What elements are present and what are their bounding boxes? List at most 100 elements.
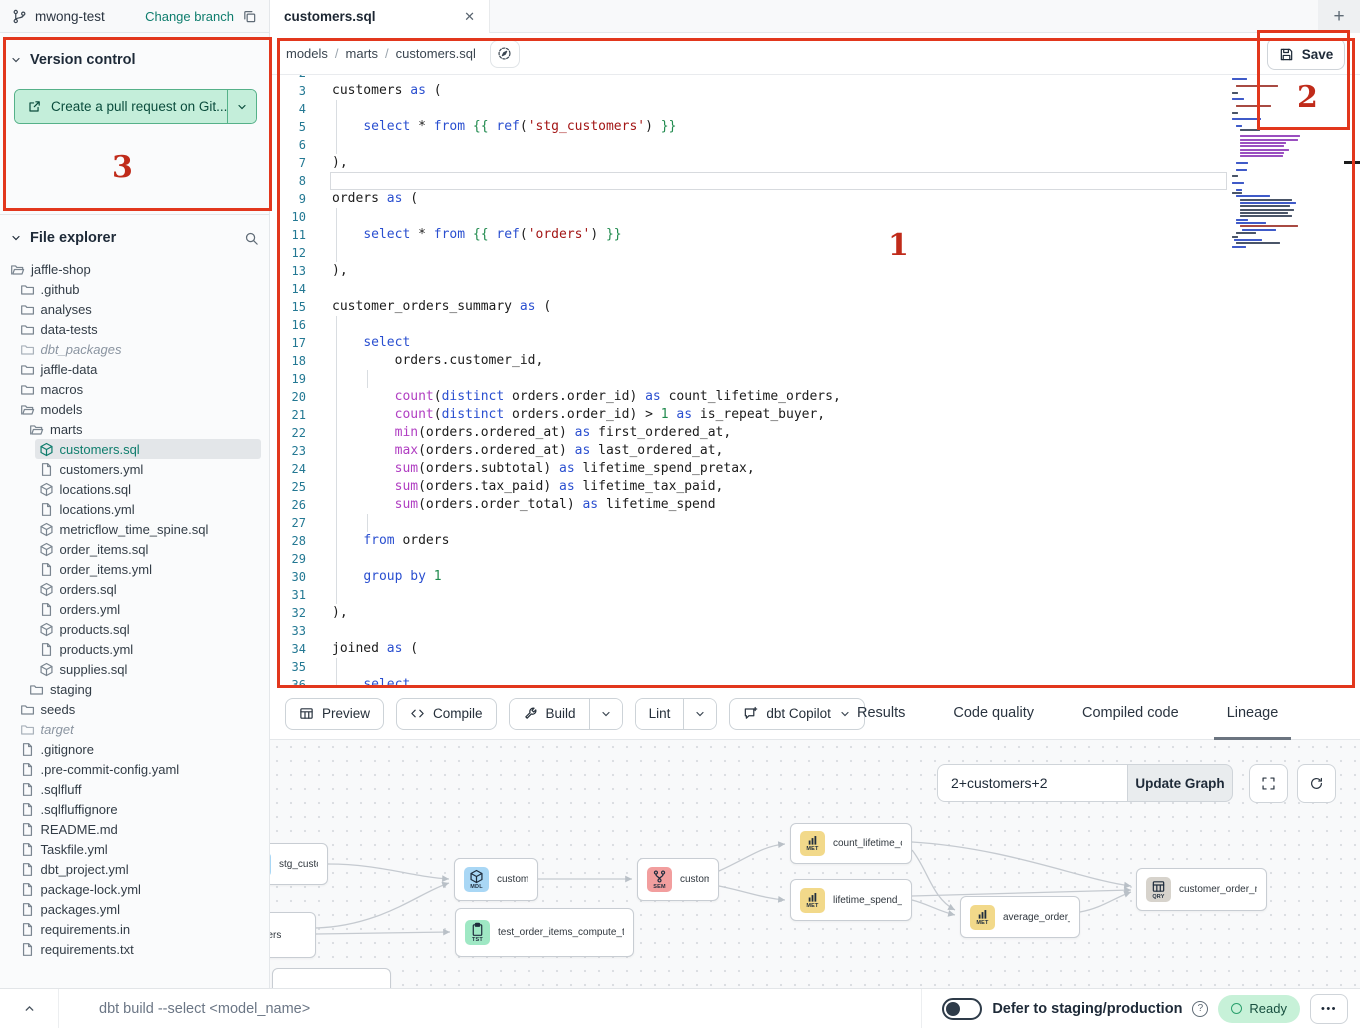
code-line-35[interactable]: 35 [270, 658, 1360, 676]
lineage-node-stg_customers[interactable]: MDLstg_customers [270, 843, 328, 885]
file-tree-item-customers-yml[interactable]: customers.yml [0, 459, 269, 479]
file-tree-item-locations-yml[interactable]: locations.yml [0, 499, 269, 519]
code-line-31[interactable]: 31 [270, 586, 1360, 604]
code-line-4[interactable]: 4 [270, 100, 1360, 118]
file-tree-item-orders-yml[interactable]: orders.yml [0, 599, 269, 619]
code-line-17[interactable]: 17 select [270, 334, 1360, 352]
search-icon[interactable] [244, 231, 259, 246]
file-tree-item--sqlfluffignore[interactable]: .sqlfluffignore [0, 799, 269, 819]
build-button[interactable]: Build [510, 699, 589, 729]
scrollbar-marker[interactable] [1344, 161, 1360, 164]
lineage-node-clipped[interactable] [272, 968, 391, 988]
code-line-5[interactable]: 5 select * from {{ ref('stg_customers') … [270, 118, 1360, 136]
code-line-18[interactable]: 18 orders.customer_id, [270, 352, 1360, 370]
tab-code-quality[interactable]: Code quality [940, 688, 1047, 740]
code-line-29[interactable]: 29 [270, 550, 1360, 568]
file-tree-item-locations-sql[interactable]: locations.sql [0, 479, 269, 499]
file-tree-item-taskfile-yml[interactable]: Taskfile.yml [0, 839, 269, 859]
create-pull-request-caret[interactable] [228, 90, 256, 123]
lineage-node-lifetime_spend_pretax[interactable]: METlifetime_spend_pretax [790, 879, 912, 921]
file-tree-item-order-items-yml[interactable]: order_items.yml [0, 559, 269, 579]
code-line-8[interactable]: 8 [270, 172, 1360, 190]
file-tree-item-dbt-packages[interactable]: dbt_packages [0, 339, 269, 359]
file-tree-item-jaffle-shop[interactable]: jaffle-shop [0, 259, 269, 279]
file-tree-item-products-yml[interactable]: products.yml [0, 639, 269, 659]
file-tree-item-analyses[interactable]: analyses [0, 299, 269, 319]
ready-status-badge[interactable]: Ready [1218, 995, 1300, 1023]
file-explorer-header[interactable]: File explorer [0, 223, 269, 253]
file-tree-item-dbt-project-yml[interactable]: dbt_project.yml [0, 859, 269, 879]
code-line-6[interactable]: 6 [270, 136, 1360, 154]
code-line-26[interactable]: 26 sum(orders.order_total) as lifetime_s… [270, 496, 1360, 514]
code-line-16[interactable]: 16 [270, 316, 1360, 334]
code-line-23[interactable]: 23 max(orders.ordered_at) as last_ordere… [270, 442, 1360, 460]
code-line-28[interactable]: 28 from orders [270, 532, 1360, 550]
lineage-node-customers_mdl[interactable]: MDLcustomers [454, 858, 538, 901]
code-line-15[interactable]: 15customer_orders_summary as ( [270, 298, 1360, 316]
editor-tab[interactable]: customers.sql ✕ [270, 0, 490, 33]
lineage-node-customer_order_metrics[interactable]: QRYcustomer_order_metrics [1136, 868, 1267, 911]
code-line-13[interactable]: 13), [270, 262, 1360, 280]
file-tree-item-models[interactable]: models [0, 399, 269, 419]
file-tree-item--sqlfluff[interactable]: .sqlfluff [0, 779, 269, 799]
lineage-node-customers_sem[interactable]: SEMcustomers [637, 858, 719, 901]
version-control-header[interactable]: Version control [0, 43, 269, 77]
code-editor[interactable]: 23customers as (45 select * from {{ ref(… [270, 75, 1360, 688]
lineage-node-count_lifetime_orders[interactable]: METcount_lifetime_orders [790, 823, 912, 864]
file-tree-item-products-sql[interactable]: products.sql [0, 619, 269, 639]
tab-lineage[interactable]: Lineage [1214, 688, 1292, 740]
code-line-14[interactable]: 14 [270, 280, 1360, 298]
file-tree-item--pre-commit-config-yaml[interactable]: .pre-commit-config.yaml [0, 759, 269, 779]
code-line-11[interactable]: 11 select * from {{ ref('orders') }} [270, 226, 1360, 244]
file-tree-item-requirements-txt[interactable]: requirements.txt [0, 939, 269, 959]
lineage-node-test[interactable]: TSTtest_order_items_compute_to_bools... [455, 908, 634, 957]
breadcrumb-models[interactable]: models [286, 46, 328, 61]
file-tree-item-metricflow-time-spine-sql[interactable]: metricflow_time_spine.sql [0, 519, 269, 539]
tab-compiled-code[interactable]: Compiled code [1069, 688, 1192, 740]
code-line-20[interactable]: 20 count(distinct orders.order_id) as co… [270, 388, 1360, 406]
code-line-36[interactable]: 36 select [270, 676, 1360, 688]
save-button[interactable]: Save [1267, 38, 1345, 70]
lineage-node-average_order_value[interactable]: METaverage_order_value [960, 896, 1080, 938]
lineage-query-input[interactable] [937, 764, 1127, 802]
more-options-button[interactable]: ••• [1310, 994, 1348, 1024]
code-line-10[interactable]: 10 [270, 208, 1360, 226]
code-line-30[interactable]: 30 group by 1 [270, 568, 1360, 586]
code-line-22[interactable]: 22 min(orders.ordered_at) as first_order… [270, 424, 1360, 442]
command-bar-expand-button[interactable] [0, 1002, 58, 1015]
code-line-34[interactable]: 34joined as ( [270, 640, 1360, 658]
code-line-25[interactable]: 25 sum(orders.tax_paid) as lifetime_tax_… [270, 478, 1360, 496]
create-pull-request-main[interactable]: Create a pull request on Git... [15, 90, 228, 123]
help-icon[interactable]: ? [1192, 1001, 1208, 1017]
code-line-24[interactable]: 24 sum(orders.subtotal) as lifetime_spen… [270, 460, 1360, 478]
code-line-21[interactable]: 21 count(distinct orders.order_id) > 1 a… [270, 406, 1360, 424]
file-tree-item-order-items-sql[interactable]: order_items.sql [0, 539, 269, 559]
breadcrumb-marts[interactable]: marts [346, 46, 379, 61]
file-tree-item-macros[interactable]: macros [0, 379, 269, 399]
copy-icon[interactable] [242, 9, 257, 24]
refresh-button[interactable] [1297, 764, 1336, 803]
lineage-node-orders[interactable]: MDLorders [270, 912, 316, 958]
compile-button[interactable]: Compile [396, 698, 497, 730]
fullscreen-button[interactable] [1249, 764, 1288, 803]
file-tree-item-staging[interactable]: staging [0, 679, 269, 699]
create-pull-request-button[interactable]: Create a pull request on Git... [14, 89, 257, 124]
file-tree-item--github[interactable]: .github [0, 279, 269, 299]
file-tree-item-seeds[interactable]: seeds [0, 699, 269, 719]
new-tab-button[interactable]: + [1318, 0, 1360, 33]
code-line-9[interactable]: 9orders as ( [270, 190, 1360, 208]
file-tree-item-data-tests[interactable]: data-tests [0, 319, 269, 339]
preview-button[interactable]: Preview [285, 698, 384, 730]
code-line-2[interactable]: 2 [270, 75, 1360, 82]
change-branch-link[interactable]: Change branch [145, 9, 234, 24]
file-tree-item-customers-sql[interactable]: customers.sql [0, 439, 269, 459]
file-tree-item-jaffle-data[interactable]: jaffle-data [0, 359, 269, 379]
code-line-19[interactable]: 19 [270, 370, 1360, 388]
file-tree-item--gitignore[interactable]: .gitignore [0, 739, 269, 759]
file-tree-item-packages-yml[interactable]: packages.yml [0, 899, 269, 919]
code-line-33[interactable]: 33 [270, 622, 1360, 640]
code-line-3[interactable]: 3customers as ( [270, 82, 1360, 100]
tab-close-icon[interactable]: ✕ [464, 9, 475, 25]
code-line-12[interactable]: 12 [270, 244, 1360, 262]
editor-minimap[interactable] [1232, 75, 1322, 207]
